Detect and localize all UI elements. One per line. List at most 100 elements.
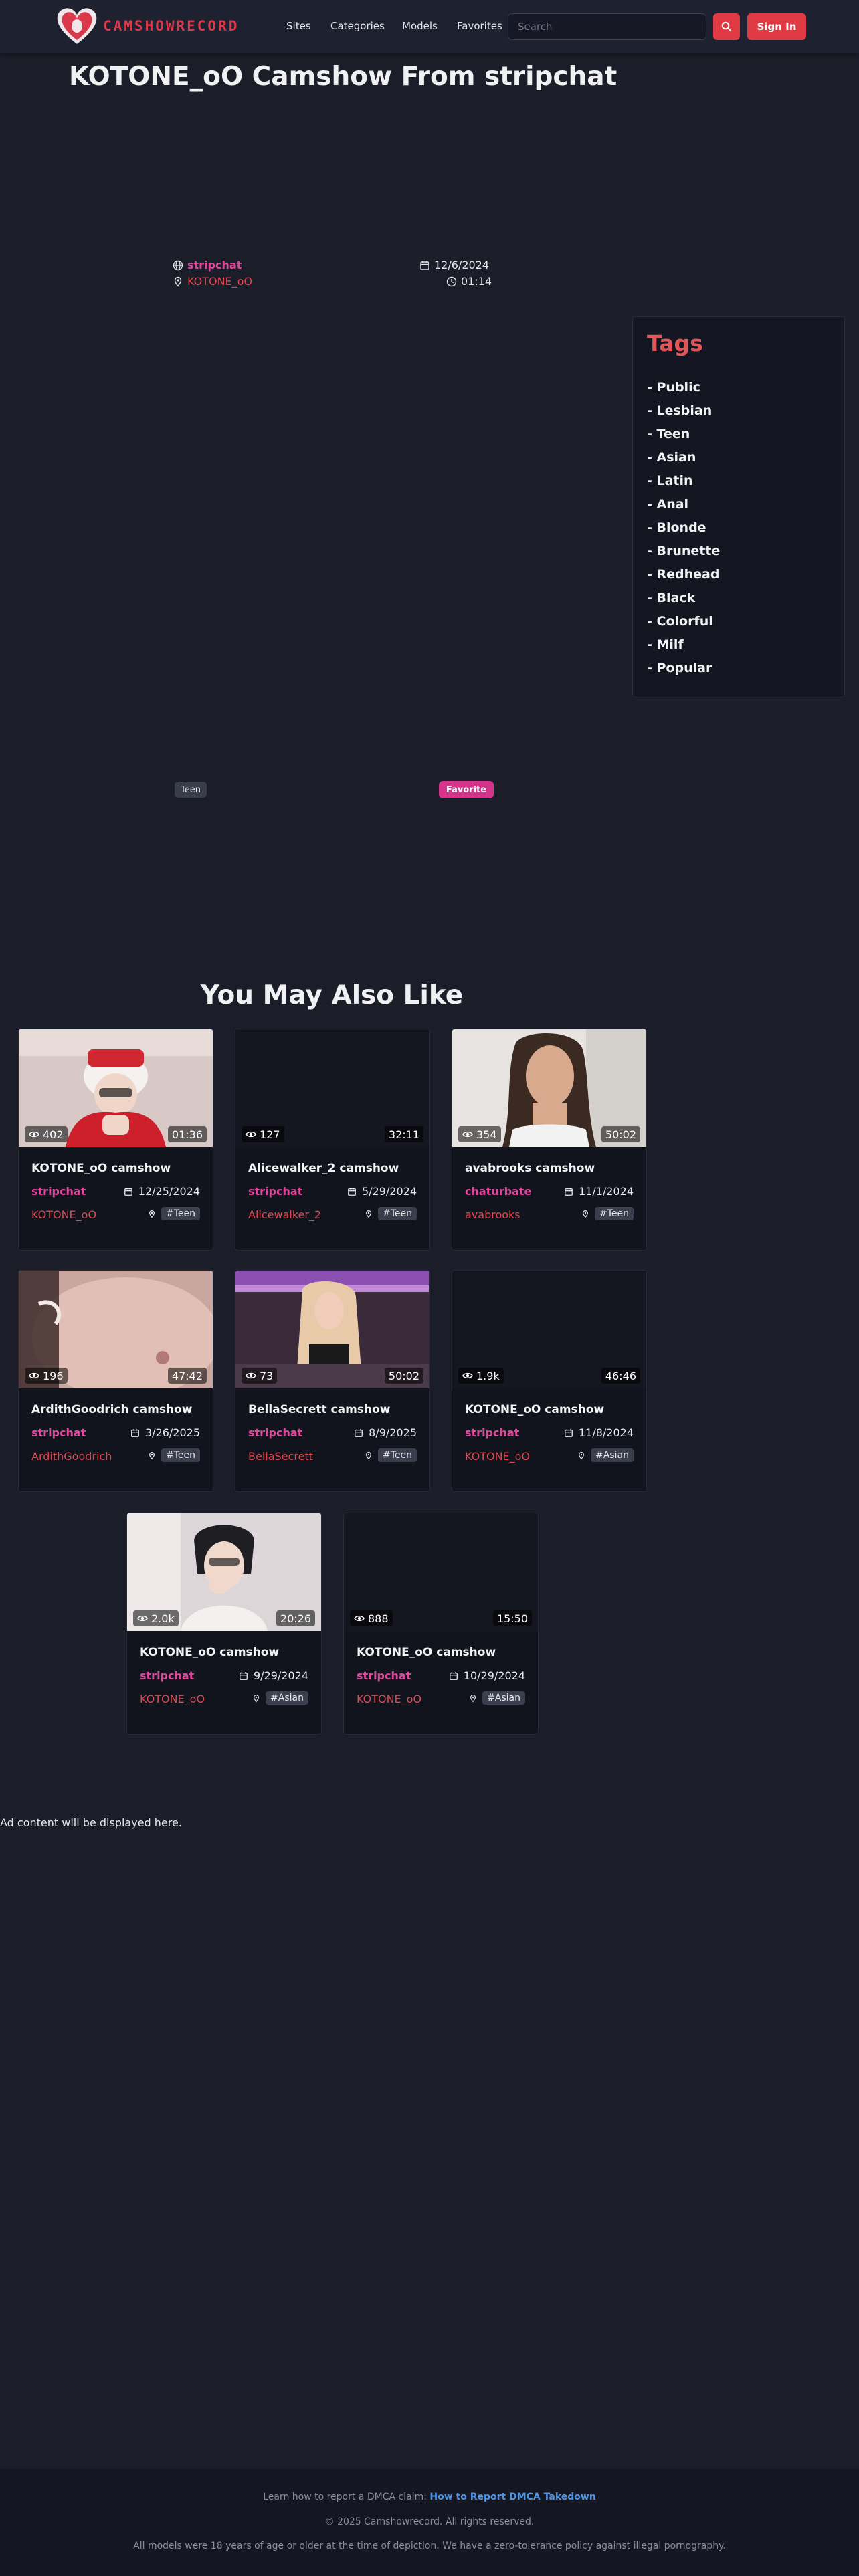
tag-link[interactable]: - Brunette xyxy=(647,544,720,558)
video-site-link[interactable]: stripchat xyxy=(187,259,242,272)
pin-icon xyxy=(470,1694,476,1702)
site-logo[interactable]: CAMSHOWRECORD xyxy=(55,5,239,47)
tag-link[interactable]: - Colorful xyxy=(647,614,713,629)
card-model-link[interactable]: Alicewalker_2 xyxy=(248,1208,321,1221)
view-count: 402 xyxy=(25,1126,68,1142)
video-card[interactable]: 1.9k 46:46 KOTONE_oO camshow stripchat 11/8/… xyxy=(452,1270,647,1492)
card-tag-badge[interactable]: #Teen xyxy=(161,1448,200,1462)
tag-link[interactable]: - Lesbian xyxy=(647,403,712,418)
video-card[interactable]: 73 50:02 BellaSecrett camshow stripchat 8/9/… xyxy=(235,1270,430,1492)
video-thumbnail[interactable]: 127 32:11 xyxy=(235,1029,430,1147)
video-card[interactable]: 196 47:42 ArdithGoodrich camshow stripchat 3… xyxy=(18,1270,213,1492)
tag-link[interactable]: - Blonde xyxy=(647,520,706,535)
tag-link[interactable]: - Public xyxy=(647,380,700,395)
card-model-link[interactable]: KOTONE_oO xyxy=(31,1208,96,1221)
card-site-link[interactable]: stripchat xyxy=(31,1185,86,1198)
video-thumbnail[interactable]: 196 47:42 xyxy=(19,1271,213,1388)
dmca-link[interactable]: How to Report DMCA Takedown xyxy=(430,2492,595,2502)
view-count: 1.9k xyxy=(458,1368,504,1384)
tag-link[interactable]: - Milf xyxy=(647,637,684,652)
card-site-link[interactable]: chaturbate xyxy=(465,1185,531,1198)
card-tag: #Teen xyxy=(148,1448,200,1462)
tag-link[interactable]: - Popular xyxy=(647,661,712,675)
video-card[interactable]: 402 01:36 KOTONE_oO camshow stripchat 12/25/… xyxy=(18,1029,213,1251)
video-thumbnail[interactable]: 73 50:02 xyxy=(235,1271,430,1388)
card-model-link[interactable]: KOTONE_oO xyxy=(140,1693,205,1705)
video-thumbnail[interactable]: 1.9k 46:46 xyxy=(452,1271,646,1388)
tag-link[interactable]: - Black xyxy=(647,591,695,605)
card-tag-badge[interactable]: #Teen xyxy=(594,1207,634,1220)
nav-favorites[interactable]: Favorites xyxy=(457,20,502,32)
tag-link[interactable]: - Latin xyxy=(647,473,693,488)
view-count-text: 1.9k xyxy=(476,1369,500,1382)
nav-categories[interactable]: Categories xyxy=(330,20,385,32)
sign-in-button[interactable]: Sign In xyxy=(747,13,806,40)
card-title[interactable]: ArdithGoodrich camshow xyxy=(31,1403,192,1416)
card-tag-badge[interactable]: #Teen xyxy=(377,1207,417,1220)
page-title: KOTONE_oO Camshow From stripchat xyxy=(69,62,617,92)
calendar-icon xyxy=(420,261,430,270)
video-thumbnail[interactable]: 402 01:36 xyxy=(19,1029,213,1147)
card-tag-badge[interactable]: #Asian xyxy=(482,1691,525,1705)
card-tag-badge[interactable]: #Asian xyxy=(266,1691,308,1705)
card-title[interactable]: Alicewalker_2 camshow xyxy=(248,1162,399,1175)
search-icon xyxy=(721,21,732,32)
video-duration: 01:14 xyxy=(446,275,492,288)
tag-link[interactable]: - Teen xyxy=(647,427,690,441)
card-title[interactable]: KOTONE_oO camshow xyxy=(357,1646,496,1659)
view-count: 2.0k xyxy=(133,1610,179,1626)
search-input[interactable] xyxy=(508,13,706,40)
card-tag: #Teen xyxy=(148,1207,200,1220)
card-site-link[interactable]: stripchat xyxy=(248,1426,302,1439)
card-tag-badge[interactable]: #Asian xyxy=(591,1448,634,1462)
card-site-link[interactable]: stripchat xyxy=(140,1669,194,1682)
calendar-icon xyxy=(565,1187,573,1196)
video-thumbnail[interactable]: 354 50:02 xyxy=(452,1029,646,1147)
video-tag-chip[interactable]: Teen xyxy=(175,782,207,798)
card-model-link[interactable]: BellaSecrett xyxy=(248,1450,313,1463)
card-date: 5/29/2024 xyxy=(347,1185,417,1198)
video-card[interactable]: 2.0k 20:26 KOTONE_oO camshow stripchat 9/29/… xyxy=(126,1513,322,1735)
card-model-link[interactable]: ArdithGoodrich xyxy=(31,1450,112,1463)
card-site-link[interactable]: stripchat xyxy=(248,1185,302,1198)
card-title[interactable]: KOTONE_oO camshow xyxy=(31,1162,171,1175)
view-count-text: 402 xyxy=(43,1128,64,1141)
card-model-link[interactable]: KOTONE_oO xyxy=(465,1450,530,1463)
video-thumbnail[interactable]: 2.0k 20:26 xyxy=(127,1513,321,1631)
nav-models[interactable]: Models xyxy=(402,20,438,32)
card-site-link[interactable]: stripchat xyxy=(465,1426,519,1439)
video-site[interactable]: stripchat xyxy=(173,259,242,272)
card-tag: #Teen xyxy=(365,1207,417,1220)
tag-link[interactable]: - Asian xyxy=(647,450,696,465)
duration-badge: 50:02 xyxy=(601,1126,640,1142)
video-model[interactable]: KOTONE_oO xyxy=(173,275,252,288)
card-title[interactable]: avabrooks camshow xyxy=(465,1162,595,1175)
nav-sites[interactable]: Sites xyxy=(286,20,311,32)
view-count: 73 xyxy=(242,1368,278,1384)
card-title[interactable]: KOTONE_oO camshow xyxy=(140,1646,279,1659)
eye-icon xyxy=(354,1615,365,1622)
clock-icon xyxy=(446,276,457,286)
video-model-link[interactable]: KOTONE_oO xyxy=(187,275,252,288)
eye-icon xyxy=(29,1131,39,1138)
card-model-link[interactable]: KOTONE_oO xyxy=(357,1693,421,1705)
favorite-button[interactable]: Favorite xyxy=(439,781,494,798)
video-card[interactable]: 127 32:11 Alicewalker_2 camshow stripchat 5/… xyxy=(235,1029,430,1251)
card-tag: #Teen xyxy=(365,1448,417,1462)
card-site-link[interactable]: stripchat xyxy=(31,1426,86,1439)
card-tag-badge[interactable]: #Teen xyxy=(161,1207,200,1220)
tag-link[interactable]: - Redhead xyxy=(647,567,719,582)
video-card[interactable]: 888 15:50 KOTONE_oO camshow stripchat 10/29/… xyxy=(343,1513,539,1735)
card-site-link[interactable]: stripchat xyxy=(357,1669,411,1682)
card-tag-badge[interactable]: #Teen xyxy=(377,1448,417,1462)
video-card[interactable]: 354 50:02 avabrooks camshow chaturbate 11/1/… xyxy=(452,1029,647,1251)
view-count-text: 73 xyxy=(260,1369,274,1382)
calendar-icon xyxy=(240,1671,248,1680)
card-model-link[interactable]: avabrooks xyxy=(465,1208,520,1221)
card-date-text: 3/26/2025 xyxy=(145,1426,200,1439)
video-thumbnail[interactable]: 888 15:50 xyxy=(344,1513,538,1631)
search-button[interactable] xyxy=(713,13,740,40)
card-title[interactable]: KOTONE_oO camshow xyxy=(465,1403,604,1416)
card-title[interactable]: BellaSecrett camshow xyxy=(248,1403,390,1416)
tag-link[interactable]: - Anal xyxy=(647,497,688,512)
